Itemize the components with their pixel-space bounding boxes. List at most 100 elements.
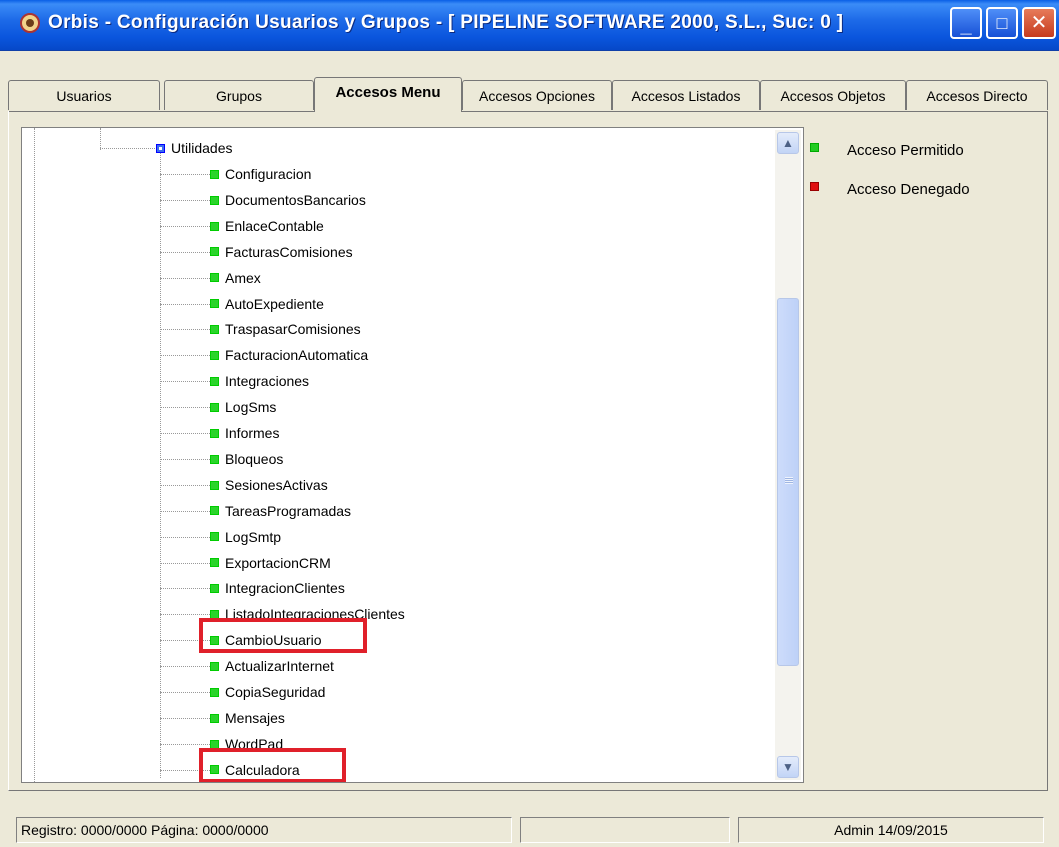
tab-usuarios[interactable]: Usuarios <box>8 80 160 110</box>
tree-item-label: Mensajes <box>225 709 285 726</box>
access-allowed-icon[interactable] <box>210 454 219 464</box>
tree-item-label: FacturasComisiones <box>225 243 353 260</box>
access-allowed-icon[interactable] <box>210 584 219 594</box>
tab-strip: Usuarios Grupos Accesos Menu Accesos Opc… <box>8 77 1056 112</box>
access-allowed-icon[interactable] <box>210 687 219 697</box>
tree-guide <box>160 666 210 668</box>
title-bar[interactable]: Orbis - Configuración Usuarios y Grupos … <box>0 0 1059 51</box>
tree-item[interactable]: AutoExpediente <box>210 292 324 316</box>
tree-item-label: EnlaceContable <box>225 217 324 234</box>
scroll-thumb[interactable] <box>777 298 799 666</box>
status-user-date: Admin 14/09/2015 <box>738 817 1044 843</box>
tree-guide <box>160 251 210 253</box>
close-button[interactable]: ✕ <box>1022 7 1056 39</box>
tree-item[interactable]: LogSmtp <box>210 525 281 549</box>
tree-guide <box>160 174 210 175</box>
tree-item-label: ActualizarInternet <box>225 658 334 675</box>
tree-guide <box>160 303 210 305</box>
tab-accesos-menu[interactable]: Accesos Menu <box>314 77 462 112</box>
tree-item-label: Informes <box>225 425 280 441</box>
tree-item[interactable]: TraspasarComisiones <box>210 317 361 341</box>
access-allowed-icon[interactable] <box>210 299 219 309</box>
access-allowed-icon[interactable] <box>210 506 219 516</box>
maximize-icon: □ <box>996 13 1008 33</box>
access-allowed-icon[interactable] <box>210 221 219 231</box>
access-allowed-icon[interactable] <box>210 661 219 671</box>
orbis-app-icon[interactable] <box>20 13 40 33</box>
tree-item-label: LogSmtp <box>225 528 282 545</box>
tree-item[interactable]: Informes <box>210 421 279 445</box>
access-allowed-icon[interactable] <box>210 195 219 205</box>
tree-item-label: CopiaSeguridad <box>225 684 326 700</box>
tree-guide <box>160 692 210 693</box>
tree-item[interactable]: EnlaceContable <box>210 214 324 238</box>
access-allowed-icon[interactable] <box>210 247 219 257</box>
tree-item[interactable]: IntegracionClientes <box>210 576 345 600</box>
expanded-node-icon[interactable] <box>156 143 165 153</box>
tree-guide <box>160 510 210 512</box>
maximize-button[interactable]: □ <box>986 7 1018 39</box>
tree-scrollbar[interactable]: ▲ ▼ <box>775 130 801 780</box>
access-allowed-icon[interactable] <box>210 273 219 283</box>
tree-guide <box>160 407 210 409</box>
legend-allowed-icon <box>810 143 819 152</box>
tab-accesos-objetos[interactable]: Accesos Objetos <box>760 80 906 110</box>
tree-item[interactable]: DocumentosBancarios <box>210 188 366 212</box>
access-allowed-icon[interactable] <box>210 428 219 438</box>
tab-accesos-directo[interactable]: Accesos Directo <box>906 80 1048 110</box>
tree-item-label: IntegracionClientes <box>225 580 345 597</box>
tab-grupos[interactable]: Grupos <box>164 80 314 110</box>
tree-content: Utilidades Configuracion DocumentosBancar… <box>22 128 777 782</box>
scroll-up-button[interactable]: ▲ <box>777 132 799 154</box>
window-title: Orbis - Configuración Usuarios y Grupos … <box>48 12 844 33</box>
chevron-down-icon: ▼ <box>782 760 794 774</box>
tree-guide <box>160 225 210 227</box>
access-allowed-icon[interactable] <box>210 402 219 412</box>
tree-item[interactable]: Integraciones <box>210 369 309 393</box>
tree-guide <box>160 717 210 719</box>
tree-item-label: DocumentosBancarios <box>225 191 366 208</box>
tree-guide <box>160 199 210 201</box>
tree-item-label: Bloqueos <box>225 450 284 467</box>
tree-item-label: LogSms <box>225 399 277 416</box>
tab-accesos-listados[interactable]: Accesos Listados <box>612 80 760 110</box>
access-allowed-icon[interactable] <box>210 480 219 490</box>
tree-item-label: TareasProgramadas <box>225 502 352 519</box>
tree-item-label: SesionesActivas <box>225 476 328 493</box>
status-record: Registro: 0000/0000 Página: 0000/0000 <box>16 817 512 843</box>
scroll-down-button[interactable]: ▼ <box>777 756 799 778</box>
tab-accesos-opciones[interactable]: Accesos Opciones <box>462 80 612 110</box>
tree-item[interactable]: TareasProgramadas <box>210 499 351 523</box>
highlight-cambiousuario <box>199 618 367 653</box>
tree-node-utilidades[interactable]: Utilidades <box>156 136 232 160</box>
tree-item[interactable]: LogSms <box>210 395 276 419</box>
close-icon: ✕ <box>1030 12 1048 34</box>
legend-allowed-label: Acceso Permitido <box>847 142 964 159</box>
tree-item[interactable]: Mensajes <box>210 706 285 730</box>
minimize-button[interactable]: _ <box>950 7 982 39</box>
tree-guide <box>160 614 210 616</box>
access-allowed-icon[interactable] <box>210 169 219 179</box>
tree-item[interactable]: SesionesActivas <box>210 473 328 497</box>
access-allowed-icon[interactable] <box>210 713 219 723</box>
tree-guide <box>160 329 210 331</box>
tree-item[interactable]: FacturacionAutomatica <box>210 343 368 367</box>
access-allowed-icon[interactable] <box>210 351 219 361</box>
access-allowed-icon[interactable] <box>210 558 219 568</box>
tree-item[interactable]: FacturasComisiones <box>210 240 353 264</box>
menu-tree[interactable]: Utilidades Configuracion DocumentosBancar… <box>21 127 804 783</box>
access-allowed-icon[interactable] <box>210 376 219 386</box>
tree-guide <box>160 433 210 434</box>
tree-item[interactable]: CopiaSeguridad <box>210 680 325 704</box>
tree-item-label: Amex <box>225 269 261 286</box>
status-bar: Registro: 0000/0000 Página: 0000/0000 Ad… <box>0 810 1059 847</box>
tree-item[interactable]: Bloqueos <box>210 447 283 471</box>
tree-item[interactable]: Amex <box>210 266 261 290</box>
tree-item[interactable]: ExportacionCRM <box>210 551 331 575</box>
tree-item[interactable]: Configuracion <box>210 162 311 186</box>
tree-item[interactable]: ActualizarInternet <box>210 654 334 678</box>
access-allowed-icon[interactable] <box>210 325 219 335</box>
highlight-calculadora <box>199 748 346 782</box>
access-allowed-icon[interactable] <box>210 532 219 542</box>
tree-guide <box>100 128 101 150</box>
